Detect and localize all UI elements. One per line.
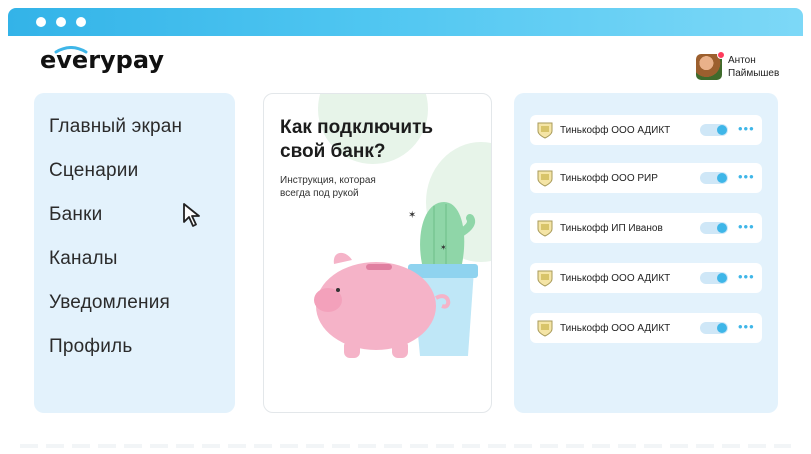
- promo-title: Как подключить свой банк?: [280, 116, 480, 164]
- sidebar-item-channels[interactable]: Каналы: [34, 237, 235, 281]
- window-control-dot[interactable]: [56, 17, 66, 27]
- tinkoff-emblem-icon: [537, 220, 553, 237]
- more-dots-icon[interactable]: •••: [738, 170, 755, 183]
- bank-toggle[interactable]: [700, 172, 728, 184]
- tinkoff-emblem-icon: [537, 270, 553, 287]
- sidebar-item-notifications[interactable]: Уведомления: [34, 281, 235, 325]
- more-dots-icon[interactable]: •••: [738, 320, 755, 333]
- more-dots-icon[interactable]: •••: [738, 122, 755, 135]
- promo-title-line: свой банк?: [280, 141, 386, 162]
- bank-toggle[interactable]: [700, 272, 728, 284]
- avatar[interactable]: [696, 51, 725, 80]
- window-control-dot[interactable]: [76, 17, 86, 27]
- window-control-dot[interactable]: [36, 17, 46, 27]
- user-name: Антон Паймышев: [728, 54, 798, 80]
- more-dots-icon[interactable]: •••: [738, 270, 755, 283]
- sidebar-item-scenarios[interactable]: Сценарии: [34, 149, 235, 193]
- toggle-knob: [717, 223, 727, 233]
- svg-text:✶: ✶: [408, 210, 416, 221]
- tinkoff-emblem-icon: [537, 122, 553, 139]
- toggle-knob: [717, 125, 727, 135]
- bank-row[interactable]: Тинькофф ООО АДИКТ •••: [530, 263, 762, 293]
- bank-row[interactable]: Тинькофф ООО РИР •••: [530, 163, 762, 193]
- bank-row[interactable]: Тинькофф ООО АДИКТ •••: [530, 115, 762, 145]
- bank-row[interactable]: Тинькофф ИП Иванов •••: [530, 213, 762, 243]
- more-dots-icon[interactable]: •••: [738, 220, 755, 233]
- bank-name: Тинькофф ООО РИР: [560, 172, 658, 184]
- bank-toggle[interactable]: [700, 322, 728, 334]
- sidebar-item-profile[interactable]: Профиль: [34, 325, 235, 369]
- user-first-name: Антон: [728, 55, 756, 66]
- toggle-knob: [717, 273, 727, 283]
- window-titlebar: [8, 8, 803, 36]
- bank-list-panel: Тинькофф ООО АДИКТ ••• Тинькофф ООО РИР …: [514, 93, 778, 413]
- mouse-cursor-icon: [183, 203, 200, 227]
- bottom-decor: [20, 444, 791, 448]
- everypay-logo-mark: everypay: [40, 46, 164, 74]
- sidebar-item-home[interactable]: Главный экран: [34, 105, 235, 149]
- bank-name: Тинькофф ООО АДИКТ: [560, 124, 671, 136]
- svg-text:✶: ✶: [440, 243, 447, 252]
- tinkoff-emblem-icon: [537, 320, 553, 337]
- bank-row[interactable]: Тинькофф ООО АДИКТ •••: [530, 313, 762, 343]
- bank-toggle[interactable]: [700, 222, 728, 234]
- toggle-knob: [717, 173, 727, 183]
- everypay-logo[interactable]: everypay: [40, 46, 166, 76]
- piggy-bank-cactus-illustration: ✶ ✶: [314, 202, 478, 358]
- toggle-knob: [717, 323, 727, 333]
- promo-title-line: Как подключить: [280, 117, 434, 138]
- tinkoff-emblem-icon: [537, 170, 553, 187]
- sidebar-nav: Главный экран Сценарии Банки Каналы Увед…: [34, 93, 235, 413]
- user-profile[interactable]: Антон Паймышев: [696, 51, 798, 80]
- bank-name: Тинькофф ООО АДИКТ: [560, 322, 671, 334]
- bank-name: Тинькофф ИП Иванов: [560, 222, 663, 234]
- bank-name: Тинькофф ООО АДИКТ: [560, 272, 671, 284]
- promo-card[interactable]: Как подключить свой банк? Инструкция, ко…: [263, 93, 492, 413]
- notification-badge: [717, 51, 725, 59]
- promo-subtitle-line: Инструкция, которая: [280, 175, 376, 186]
- bank-toggle[interactable]: [700, 124, 728, 136]
- user-last-name: Паймышев: [728, 68, 780, 79]
